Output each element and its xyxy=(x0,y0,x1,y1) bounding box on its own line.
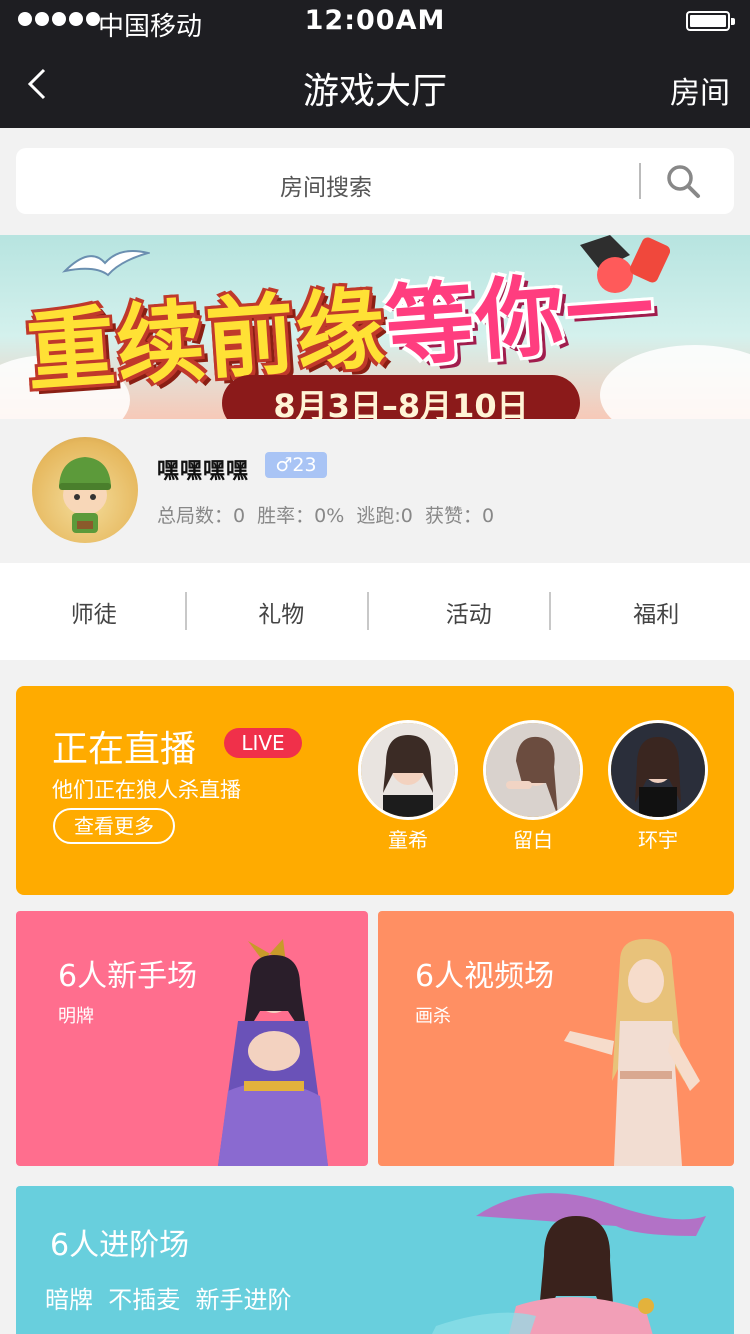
streamer-item[interactable]: 环宇 xyxy=(608,720,708,853)
room-subtitle: 暗牌 不插麦 新手进阶 xyxy=(45,1286,292,1314)
tab-events[interactable]: 活动 xyxy=(375,563,563,660)
page-title: 游戏大厅 xyxy=(302,71,447,112)
promo-banner[interactable]: 重续前缘等你一夏 8月3日–8月10日 xyxy=(0,235,750,419)
view-more-button[interactable]: 查看更多 xyxy=(53,808,175,844)
live-title: 正在直播 xyxy=(52,729,197,770)
room-title: 6人视频场 xyxy=(415,959,555,994)
streamer-item[interactable]: 童希 xyxy=(358,720,458,853)
room-advanced-card[interactable]: 6人进阶场 暗牌 不插麦 新手进阶 xyxy=(16,1186,734,1334)
tab-gifts[interactable]: 礼物 xyxy=(188,563,376,660)
room-beginner-card[interactable]: 6人新手场 明牌 xyxy=(16,911,368,1166)
streamer-avatar[interactable] xyxy=(358,720,458,820)
status-bar: 中国移动 12:00AM xyxy=(0,0,750,42)
streamer-name: 留白 xyxy=(513,828,553,852)
tab-welfare[interactable]: 福利 xyxy=(563,563,750,660)
room-subtitle: 明牌 xyxy=(58,1006,94,1027)
character-illustration xyxy=(564,939,700,1166)
live-badge: LIVE xyxy=(224,728,302,758)
live-subtitle: 他们正在狼人杀直播 xyxy=(52,778,241,802)
streamer-item[interactable]: 留白 xyxy=(483,720,583,853)
banner-date: 8月3日–8月10日 xyxy=(273,387,529,419)
tab-divider xyxy=(185,592,187,630)
character-illustration xyxy=(432,1193,706,1334)
rooms-button[interactable]: 房间 xyxy=(670,68,730,112)
room-subtitle: 画杀 xyxy=(415,1006,451,1027)
streamer-name: 童希 xyxy=(388,828,428,852)
battery-icon xyxy=(686,11,735,31)
streamer-avatar[interactable] xyxy=(608,720,708,820)
portrait-icon xyxy=(361,723,455,817)
room-search-bar[interactable]: 房间搜索 xyxy=(16,148,734,214)
search-icon[interactable] xyxy=(664,162,702,200)
tab-divider xyxy=(549,592,551,630)
search-input[interactable]: 房间搜索 xyxy=(16,168,636,202)
streamer-avatar[interactable] xyxy=(483,720,583,820)
streamer-name: 环宇 xyxy=(638,828,678,852)
room-title: 6人新手场 xyxy=(58,959,198,994)
tab-divider xyxy=(367,592,369,630)
portrait-icon xyxy=(611,723,705,817)
avatar[interactable] xyxy=(32,437,138,543)
status-time: 12:00AM xyxy=(304,5,446,36)
live-streaming-card[interactable]: 正在直播 LIVE 他们正在狼人杀直播 查看更多 童希 留白 环宇 xyxy=(16,686,734,895)
gender-age-badge: ♂23 xyxy=(265,452,327,478)
character-illustration xyxy=(218,939,328,1166)
navigation-bar: 游戏大厅 房间 xyxy=(0,42,750,128)
search-divider xyxy=(639,163,641,199)
soldier-avatar-icon xyxy=(59,457,111,533)
username: 嘿嘿嘿嘿 xyxy=(157,459,250,484)
room-title: 6人进阶场 xyxy=(50,1228,190,1263)
portrait-icon xyxy=(486,723,580,817)
user-profile[interactable]: 嘿嘿嘿嘿 ♂23 总局数：0 胜率：0% 逃跑:0 获赞：0 xyxy=(0,419,750,563)
feature-tabs: 师徒 礼物 活动 福利 xyxy=(0,563,750,660)
tab-mentor[interactable]: 师徒 xyxy=(0,563,188,660)
user-stats: 总局数：0 胜率：0% 逃跑:0 获赞：0 xyxy=(157,505,495,527)
room-video-card[interactable]: 6人视频场 画杀 xyxy=(378,911,734,1166)
